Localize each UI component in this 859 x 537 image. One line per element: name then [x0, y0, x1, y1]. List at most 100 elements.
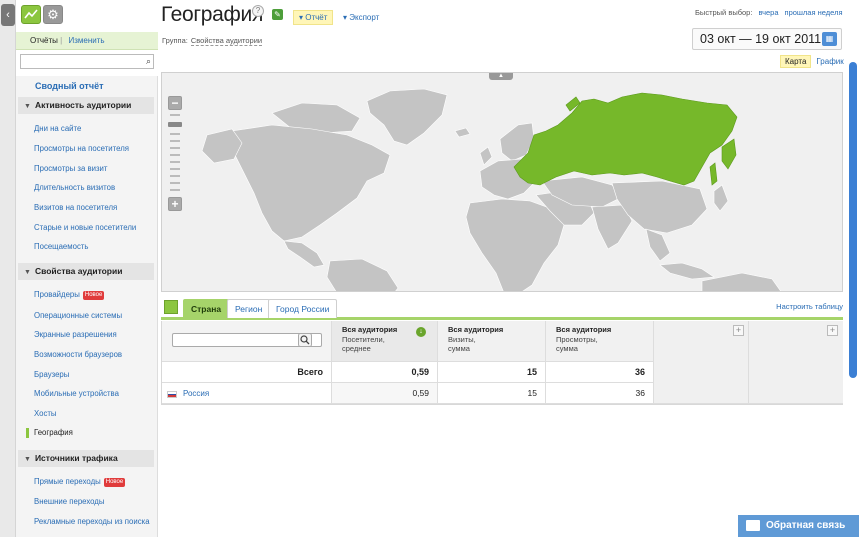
page-scrollbar[interactable] [849, 62, 857, 378]
total-pageviews: 36 [546, 362, 654, 383]
add-column-icon[interactable]: + [733, 325, 744, 336]
section-audience-properties[interactable]: ▼ Свойства аудитории [18, 263, 154, 280]
column-subtitle: Посетители, [342, 334, 385, 344]
gear-icon[interactable]: ⚙ [43, 5, 63, 24]
column-header-visitors[interactable]: Вся аудитория Посетители, среднее ↓ [332, 321, 438, 362]
sidebar-item-search-ads[interactable]: Рекламные переходы из поиска [34, 517, 150, 526]
sidebar-search-input[interactable]: ⌕ [20, 54, 154, 69]
world-map[interactable]: ▲ − + [161, 72, 843, 292]
row-visits: 15 [438, 383, 546, 404]
quick-yesterday-link[interactable]: вчера [758, 8, 778, 17]
group-row: Группа: Свойства аудитории [162, 36, 263, 46]
chart-icon[interactable] [21, 5, 41, 24]
column-subtitle: сумма [448, 344, 470, 353]
feedback-label: Обратная связь [766, 520, 846, 531]
sidebar-item-attendance[interactable]: Посещаемость [34, 242, 89, 251]
zoom-tick [170, 168, 180, 170]
view-map-button[interactable]: Карта [780, 55, 812, 68]
add-column-icon[interactable]: + [827, 325, 838, 336]
section-audience-activity[interactable]: ▼ Активность аудитории [18, 97, 154, 114]
table-search-icon[interactable] [298, 333, 312, 347]
row-visitors: 0,59 [332, 383, 438, 404]
envelope-icon [746, 520, 760, 531]
date-range-picker[interactable]: 03 окт — 19 окт 2011 ▦ [692, 28, 842, 50]
date-range-text: 03 окт — 19 окт 2011 [700, 32, 822, 46]
sidebar-strip: ‹ [0, 0, 16, 537]
table-row[interactable]: Россия [162, 383, 332, 404]
row-country-link[interactable]: Россия [183, 389, 209, 398]
column-subtitle: Визиты, [448, 334, 476, 344]
sidebar-item-mobile-devices[interactable]: Мобильные устройства [34, 389, 119, 398]
map-collapse-icon[interactable]: ▲ [489, 73, 513, 80]
collapse-sidebar-icon[interactable]: ‹ [1, 4, 15, 26]
zoom-slider-handle[interactable] [168, 122, 182, 127]
report-dropdown-button[interactable]: ▾ Отчёт [293, 10, 334, 25]
section-title: Источники трафика [34, 453, 118, 463]
empty-column-1: + [654, 321, 749, 404]
map-greenland [366, 88, 448, 146]
tab-russian-city[interactable]: Город России [268, 299, 338, 318]
active-item-marker [26, 428, 29, 438]
zoom-in-icon[interactable]: + [168, 197, 182, 211]
export-dropdown-link[interactable]: ▾ Экспорт [343, 13, 379, 22]
zoom-out-icon[interactable]: − [168, 96, 182, 110]
triangle-down-icon: ▼ [24, 103, 31, 110]
total-visits: 15 [438, 362, 546, 383]
zoom-tick [170, 133, 180, 135]
view-graph-link[interactable]: График [816, 57, 843, 66]
sidebar-item-days-on-site[interactable]: Дни на сайте [34, 124, 81, 133]
sidebar-item-geography[interactable]: География [34, 428, 73, 437]
column-header-pageviews[interactable]: Вся аудитория Просмотры, сумма [546, 321, 654, 362]
help-icon[interactable]: ? [252, 5, 264, 17]
flag-icon[interactable] [164, 300, 178, 314]
empty-column-2: + [749, 321, 843, 404]
table-tabs: Страна Регион Город России Настроить таб… [161, 298, 843, 320]
zoom-tick [170, 175, 180, 177]
tab-reports[interactable]: Отчёты [30, 36, 58, 45]
zoom-tick [170, 140, 180, 142]
column-subtitle: Просмотры, [556, 334, 598, 344]
sidebar-item-label: Прямые переходы [34, 477, 101, 486]
feedback-button[interactable]: Обратная связь [738, 515, 859, 537]
world-map-canvas[interactable] [162, 73, 843, 292]
tab-region[interactable]: Регион [227, 299, 271, 318]
sidebar-item-direct[interactable]: Прямые переходы Новое [34, 477, 126, 487]
sidebar-item-hosts[interactable]: Хосты [34, 409, 57, 418]
tab-change[interactable]: Изменить [68, 36, 104, 45]
calendar-icon[interactable]: ▦ [822, 32, 837, 46]
configure-table-link[interactable]: Настроить таблицу [776, 302, 843, 311]
section-traffic-sources[interactable]: ▼ Источники трафика [18, 450, 154, 467]
quick-last-week-link[interactable]: прошлая неделя [785, 8, 843, 17]
sidebar-item-views-per-visit[interactable]: Просмотры за визит [34, 164, 107, 173]
map-russia-kamchatka [721, 138, 737, 170]
sidebar-item-external[interactable]: Внешние переходы [34, 497, 104, 506]
map-south-america [326, 258, 399, 291]
section-title: Активность аудитории [34, 100, 132, 110]
sidebar-item-os[interactable]: Операционные системы [34, 311, 122, 320]
map-uk [479, 146, 493, 166]
group-selector[interactable]: Свойства аудитории [190, 36, 263, 46]
zoom-tick [170, 161, 180, 163]
sidebar-item-views-per-visitor[interactable]: Просмотры на посетителя [34, 144, 129, 153]
column-header-visits[interactable]: Вся аудитория Визиты, сумма [438, 321, 546, 362]
summary-report-link[interactable]: Сводный отчёт [35, 81, 103, 91]
quick-select-label: Быстрый выбор: [695, 8, 753, 17]
sidebar-item-browsers[interactable]: Браузеры [34, 370, 69, 379]
sidebar-item-visit-duration[interactable]: Длительность визитов [34, 183, 115, 192]
tab-country[interactable]: Страна [183, 299, 230, 318]
search-icon[interactable]: ⌕ [146, 55, 151, 68]
map-north-america [231, 124, 391, 242]
tab-separator: | [60, 36, 63, 45]
sidebar-item-providers[interactable]: Провайдеры Новое [34, 290, 105, 300]
map-central-america [283, 240, 325, 268]
sort-desc-icon[interactable]: ↓ [416, 327, 426, 337]
new-badge: Новое [82, 291, 105, 300]
map-russia-sakhalin [709, 162, 718, 186]
sidebar-item-browser-features[interactable]: Возможности браузеров [34, 350, 122, 359]
map-australia [701, 272, 781, 291]
zoom-tick [170, 154, 180, 156]
edit-icon[interactable]: ✎ [272, 9, 283, 20]
sidebar-item-resolutions[interactable]: Экранные разрешения [34, 330, 117, 339]
sidebar-item-old-new-visitors[interactable]: Старые и новые посетители [34, 223, 136, 232]
sidebar-item-visits-per-visitor[interactable]: Визитов на посетителя [34, 203, 117, 212]
